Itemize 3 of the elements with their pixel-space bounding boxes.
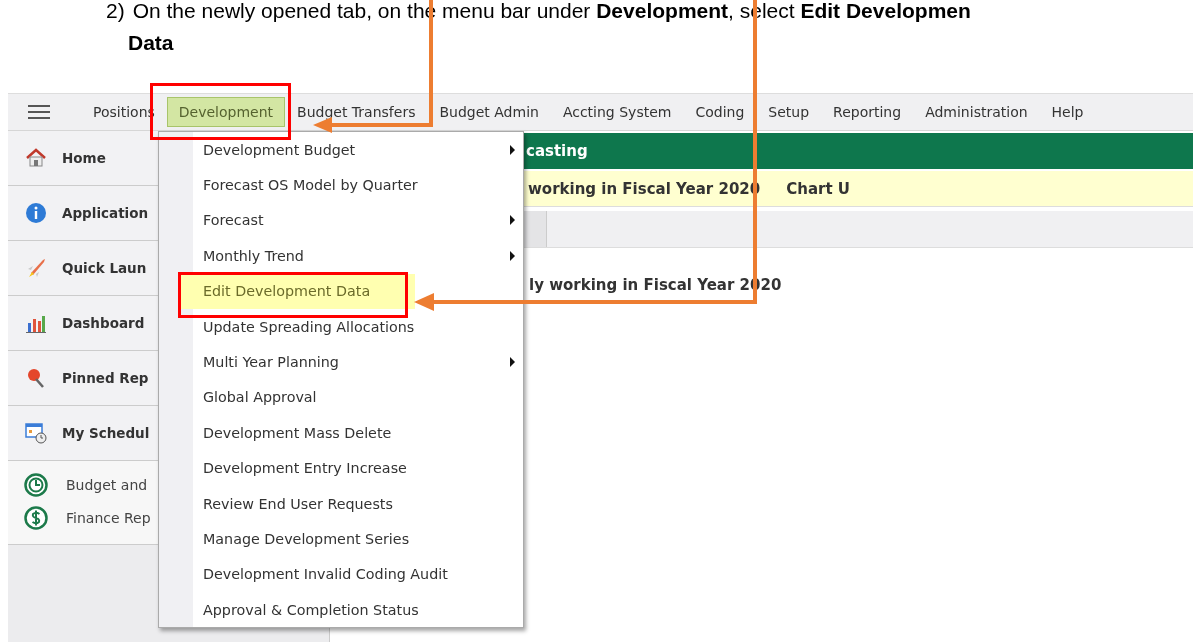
notice-text: Chart U	[786, 179, 850, 198]
step-number: 2)	[106, 0, 125, 22]
instruction-text: Data	[127, 30, 175, 56]
